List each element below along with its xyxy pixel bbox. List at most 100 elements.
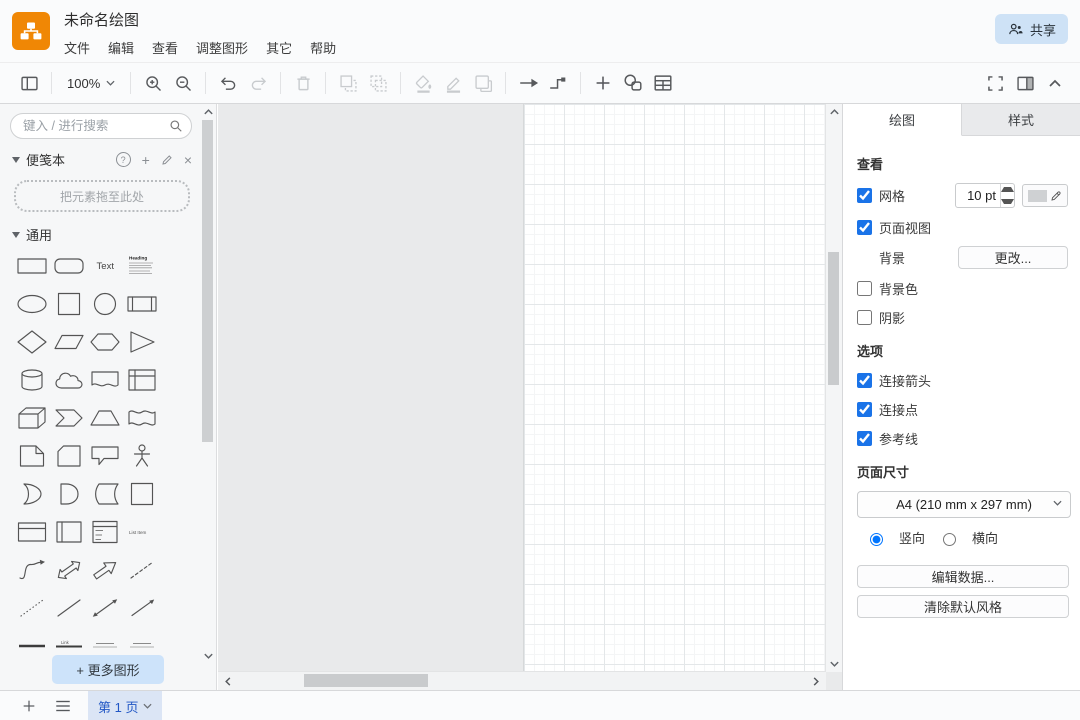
menu-help[interactable]: 帮助 [310,38,336,57]
delete-button[interactable] [288,68,318,98]
shadow-label[interactable]: 阴影 [879,308,905,327]
zoom-in-button[interactable] [138,68,168,98]
vertical-scrollbar-thumb[interactable] [828,252,839,385]
collapse-toolbar-button[interactable] [1040,68,1070,98]
shape-bidirectional-connector[interactable] [87,589,124,627]
fill-color-button[interactable] [408,68,438,98]
landscape-radio[interactable] [943,533,956,546]
shape-data-storage[interactable] [87,475,124,513]
help-icon[interactable]: ? [116,152,131,167]
pages-menu-button[interactable] [46,691,80,720]
shape-cylinder[interactable] [14,361,51,399]
connection-arrow-button[interactable] [513,68,543,98]
scroll-down-icon[interactable] [827,658,841,670]
share-button[interactable]: 共享 [995,14,1068,44]
shape-circle[interactable] [87,285,124,323]
shape-and[interactable] [51,475,88,513]
shape-list[interactable] [87,513,124,551]
page-size-select[interactable]: A4 (210 mm x 297 mm) [857,491,1071,518]
zoom-out-button[interactable] [168,68,198,98]
landscape-label[interactable]: 横向 [972,528,998,547]
sidebar-scrollbar-thumb[interactable] [202,120,213,442]
shape-square[interactable] [51,285,88,323]
connection-arrows-label[interactable]: 连接箭头 [879,371,931,390]
shape-step[interactable] [51,399,88,437]
more-shapes-button[interactable]: + 更多图形 [52,655,164,684]
scroll-down-icon[interactable] [201,650,215,662]
shape-rectangle[interactable] [14,247,51,285]
shape-actor[interactable] [124,437,161,475]
insert-table-button[interactable] [648,68,678,98]
guides-checkbox[interactable] [857,431,872,446]
line-color-button[interactable] [438,68,468,98]
tab-style[interactable]: 样式 [962,104,1080,135]
guides-label[interactable]: 参考线 [879,429,918,448]
scratchpad-section-header[interactable]: 便笺本 ? + × [12,150,192,169]
background-color-checkbox[interactable] [857,281,872,296]
change-background-button[interactable]: 更改... [958,246,1068,269]
shape-callout[interactable] [87,437,124,475]
page-view-checkbox[interactable] [857,220,872,235]
shape-rounded-rectangle[interactable] [51,247,88,285]
page-tab-1[interactable]: 第 1 页 [88,691,162,720]
add-page-button[interactable] [12,691,46,720]
shape-bidirectional-arrow[interactable] [51,551,88,589]
shape-tape[interactable] [124,399,161,437]
waypoints-button[interactable] [543,68,573,98]
shape-parallelogram[interactable] [51,323,88,361]
scroll-up-icon[interactable] [201,106,215,118]
shape-dashed-line[interactable] [124,551,161,589]
shape-curve[interactable] [14,551,51,589]
menu-edit[interactable]: 编辑 [108,38,134,57]
page[interactable] [523,104,826,672]
shape-ellipse[interactable] [14,285,51,323]
scroll-right-icon[interactable] [808,673,824,689]
edit-scratchpad-icon[interactable] [161,154,173,166]
add-to-scratchpad-icon[interactable]: + [142,153,150,167]
connection-points-checkbox[interactable] [857,402,872,417]
grid-size-input[interactable]: 10 pt [955,183,1015,208]
connection-arrows-checkbox[interactable] [857,373,872,388]
page-view-label[interactable]: 页面视图 [879,218,931,237]
insert-button[interactable] [588,68,618,98]
portrait-label[interactable]: 竖向 [899,528,925,547]
shape-list-item[interactable]: List Item [124,513,161,551]
scroll-left-icon[interactable] [220,673,236,689]
sidebar-scrollbar[interactable] [201,106,215,662]
fullscreen-button[interactable] [980,68,1010,98]
toggle-shapes-panel-button[interactable] [14,68,44,98]
spinner-down-icon[interactable] [1001,196,1014,208]
shape-directional-connector[interactable] [124,589,161,627]
to-front-button[interactable] [333,68,363,98]
zoom-dropdown[interactable]: 100% [59,68,123,98]
background-color-label[interactable]: 背景色 [879,279,918,298]
portrait-radio[interactable] [870,533,883,546]
clear-default-style-button[interactable]: 清除默认风格 [857,595,1069,618]
grid-checkbox[interactable] [857,188,872,203]
shape-triangle[interactable] [124,323,161,361]
shape-trapezoid[interactable] [87,399,124,437]
scroll-up-icon[interactable] [827,106,841,118]
shape-diamond[interactable] [14,323,51,361]
grid-size-value[interactable]: 10 pt [956,184,1000,207]
shape-square-2[interactable] [124,475,161,513]
scratchpad-dropzone[interactable]: 把元素拖至此处 [14,180,190,212]
grid-label[interactable]: 网格 [879,186,905,205]
close-scratchpad-icon[interactable]: × [184,153,192,167]
shadow-button[interactable] [468,68,498,98]
redo-button[interactable] [243,68,273,98]
shape-document[interactable] [87,361,124,399]
shape-card[interactable] [51,437,88,475]
shape-container[interactable] [14,513,51,551]
tab-diagram[interactable]: 绘图 [843,104,962,136]
shape-note[interactable] [14,437,51,475]
document-title[interactable]: 未命名绘图 [64,11,336,31]
shape-dotted-line[interactable] [14,589,51,627]
insert-shape-button[interactable] [618,68,648,98]
shape-textbox[interactable]: Heading [124,247,161,285]
canvas-horizontal-scrollbar[interactable] [218,671,826,690]
shadow-checkbox[interactable] [857,310,872,325]
shape-arrow[interactable] [87,551,124,589]
shape-text[interactable]: Text [87,247,124,285]
menu-view[interactable]: 查看 [152,38,178,57]
